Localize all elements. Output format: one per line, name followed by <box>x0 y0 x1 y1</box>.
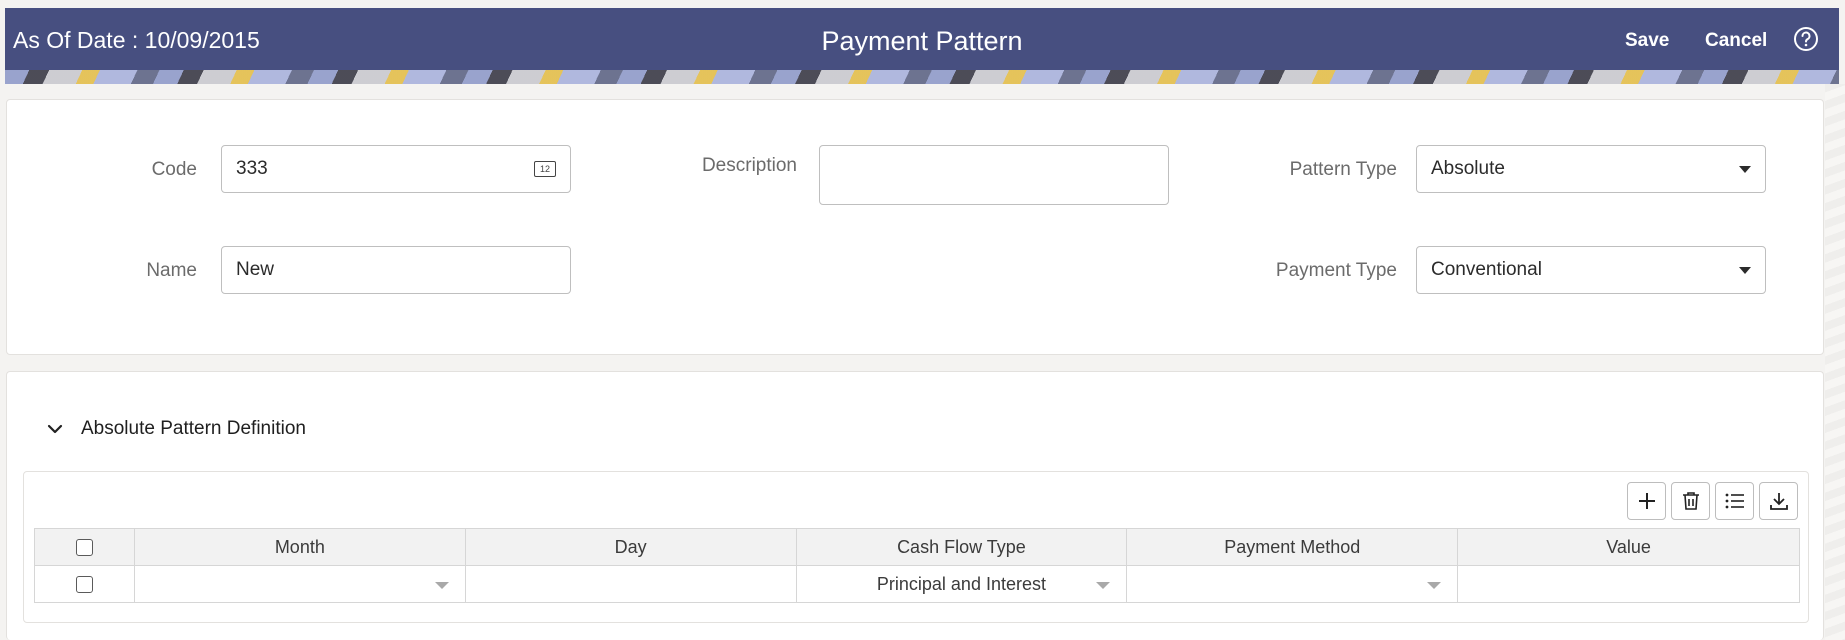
name-field[interactable]: New <box>221 246 571 294</box>
help-circle-icon[interactable] <box>1793 26 1819 52</box>
select-all-checkbox[interactable] <box>75 539 93 557</box>
cancel-button[interactable]: Cancel <box>1705 30 1767 52</box>
add-icon <box>1638 493 1655 509</box>
page-title: Payment Pattern <box>821 26 1023 56</box>
column-header-payment-method[interactable]: Payment Method <box>1126 528 1459 566</box>
delete-icon <box>1682 492 1699 510</box>
delete-row-button[interactable] <box>1671 482 1710 520</box>
table-row: Principal and Interest <box>34 565 1800 603</box>
column-header-month[interactable]: Month <box>133 528 466 566</box>
pattern-grid: Month Day Cash Flow Type Payment Method … <box>23 471 1809 623</box>
grid-toolbar <box>1627 482 1798 520</box>
table-header-row: Month Day Cash Flow Type Payment Method … <box>34 528 1800 566</box>
pattern-table: Month Day Cash Flow Type Payment Method … <box>34 528 1800 603</box>
app-header: As Of Date : 10/09/2015 Payment Pattern … <box>5 8 1839 70</box>
description-label: Description <box>701 155 797 176</box>
value-cell[interactable] <box>1457 565 1800 603</box>
download-icon <box>1769 493 1788 510</box>
name-label: Name <box>146 260 197 281</box>
payment-type-value: Conventional <box>1431 259 1542 280</box>
day-cell[interactable] <box>464 565 797 603</box>
pattern-definition-panel: Absolute Pattern Definition Month Day Ca… <box>6 371 1824 640</box>
payment-type-label: Payment Type <box>1275 260 1397 281</box>
section-title: Absolute Pattern Definition <box>81 418 306 439</box>
code-value: 333 <box>236 158 268 179</box>
chevron-down-icon <box>47 424 63 434</box>
pattern-type-value: Absolute <box>1431 158 1505 179</box>
row-checkbox[interactable] <box>75 576 93 594</box>
header-banner <box>5 70 1839 84</box>
pattern-type-select[interactable]: Absolute <box>1416 145 1766 193</box>
payment-method-cell[interactable] <box>1126 565 1459 603</box>
list-icon <box>1725 493 1744 509</box>
column-list-button[interactable] <box>1715 482 1754 520</box>
code-field[interactable]: 333 12 <box>221 145 571 193</box>
calculator-icon[interactable]: 12 <box>534 161 556 177</box>
pattern-type-label: Pattern Type <box>1289 159 1397 180</box>
cash-flow-type-cell[interactable]: Principal and Interest <box>795 565 1128 603</box>
save-button[interactable]: Save <box>1625 30 1669 52</box>
column-header-day[interactable]: Day <box>464 528 797 566</box>
payment-type-select[interactable]: Conventional <box>1416 246 1766 294</box>
background-pattern <box>1825 84 1845 640</box>
column-header-value[interactable]: Value <box>1457 528 1800 566</box>
row-select-cell <box>34 565 135 603</box>
chevron-down-icon <box>1739 266 1751 274</box>
cash-flow-type-value: Principal and Interest <box>876 573 1046 594</box>
column-header-cash-flow-type[interactable]: Cash Flow Type <box>795 528 1128 566</box>
add-row-button[interactable] <box>1627 482 1666 520</box>
select-all-cell <box>34 528 135 566</box>
description-field[interactable] <box>819 145 1169 205</box>
chevron-down-icon <box>1096 582 1111 589</box>
month-cell[interactable] <box>133 565 466 603</box>
chevron-down-icon <box>434 582 449 589</box>
chevron-down-icon <box>1427 582 1442 589</box>
code-label: Code <box>151 159 197 180</box>
download-button[interactable] <box>1759 482 1798 520</box>
chevron-down-icon <box>1739 165 1751 173</box>
details-panel: Code 333 12 Description Pattern Type Abs… <box>6 99 1824 355</box>
section-toggle[interactable]: Absolute Pattern Definition <box>47 418 306 440</box>
name-value: New <box>236 259 275 280</box>
